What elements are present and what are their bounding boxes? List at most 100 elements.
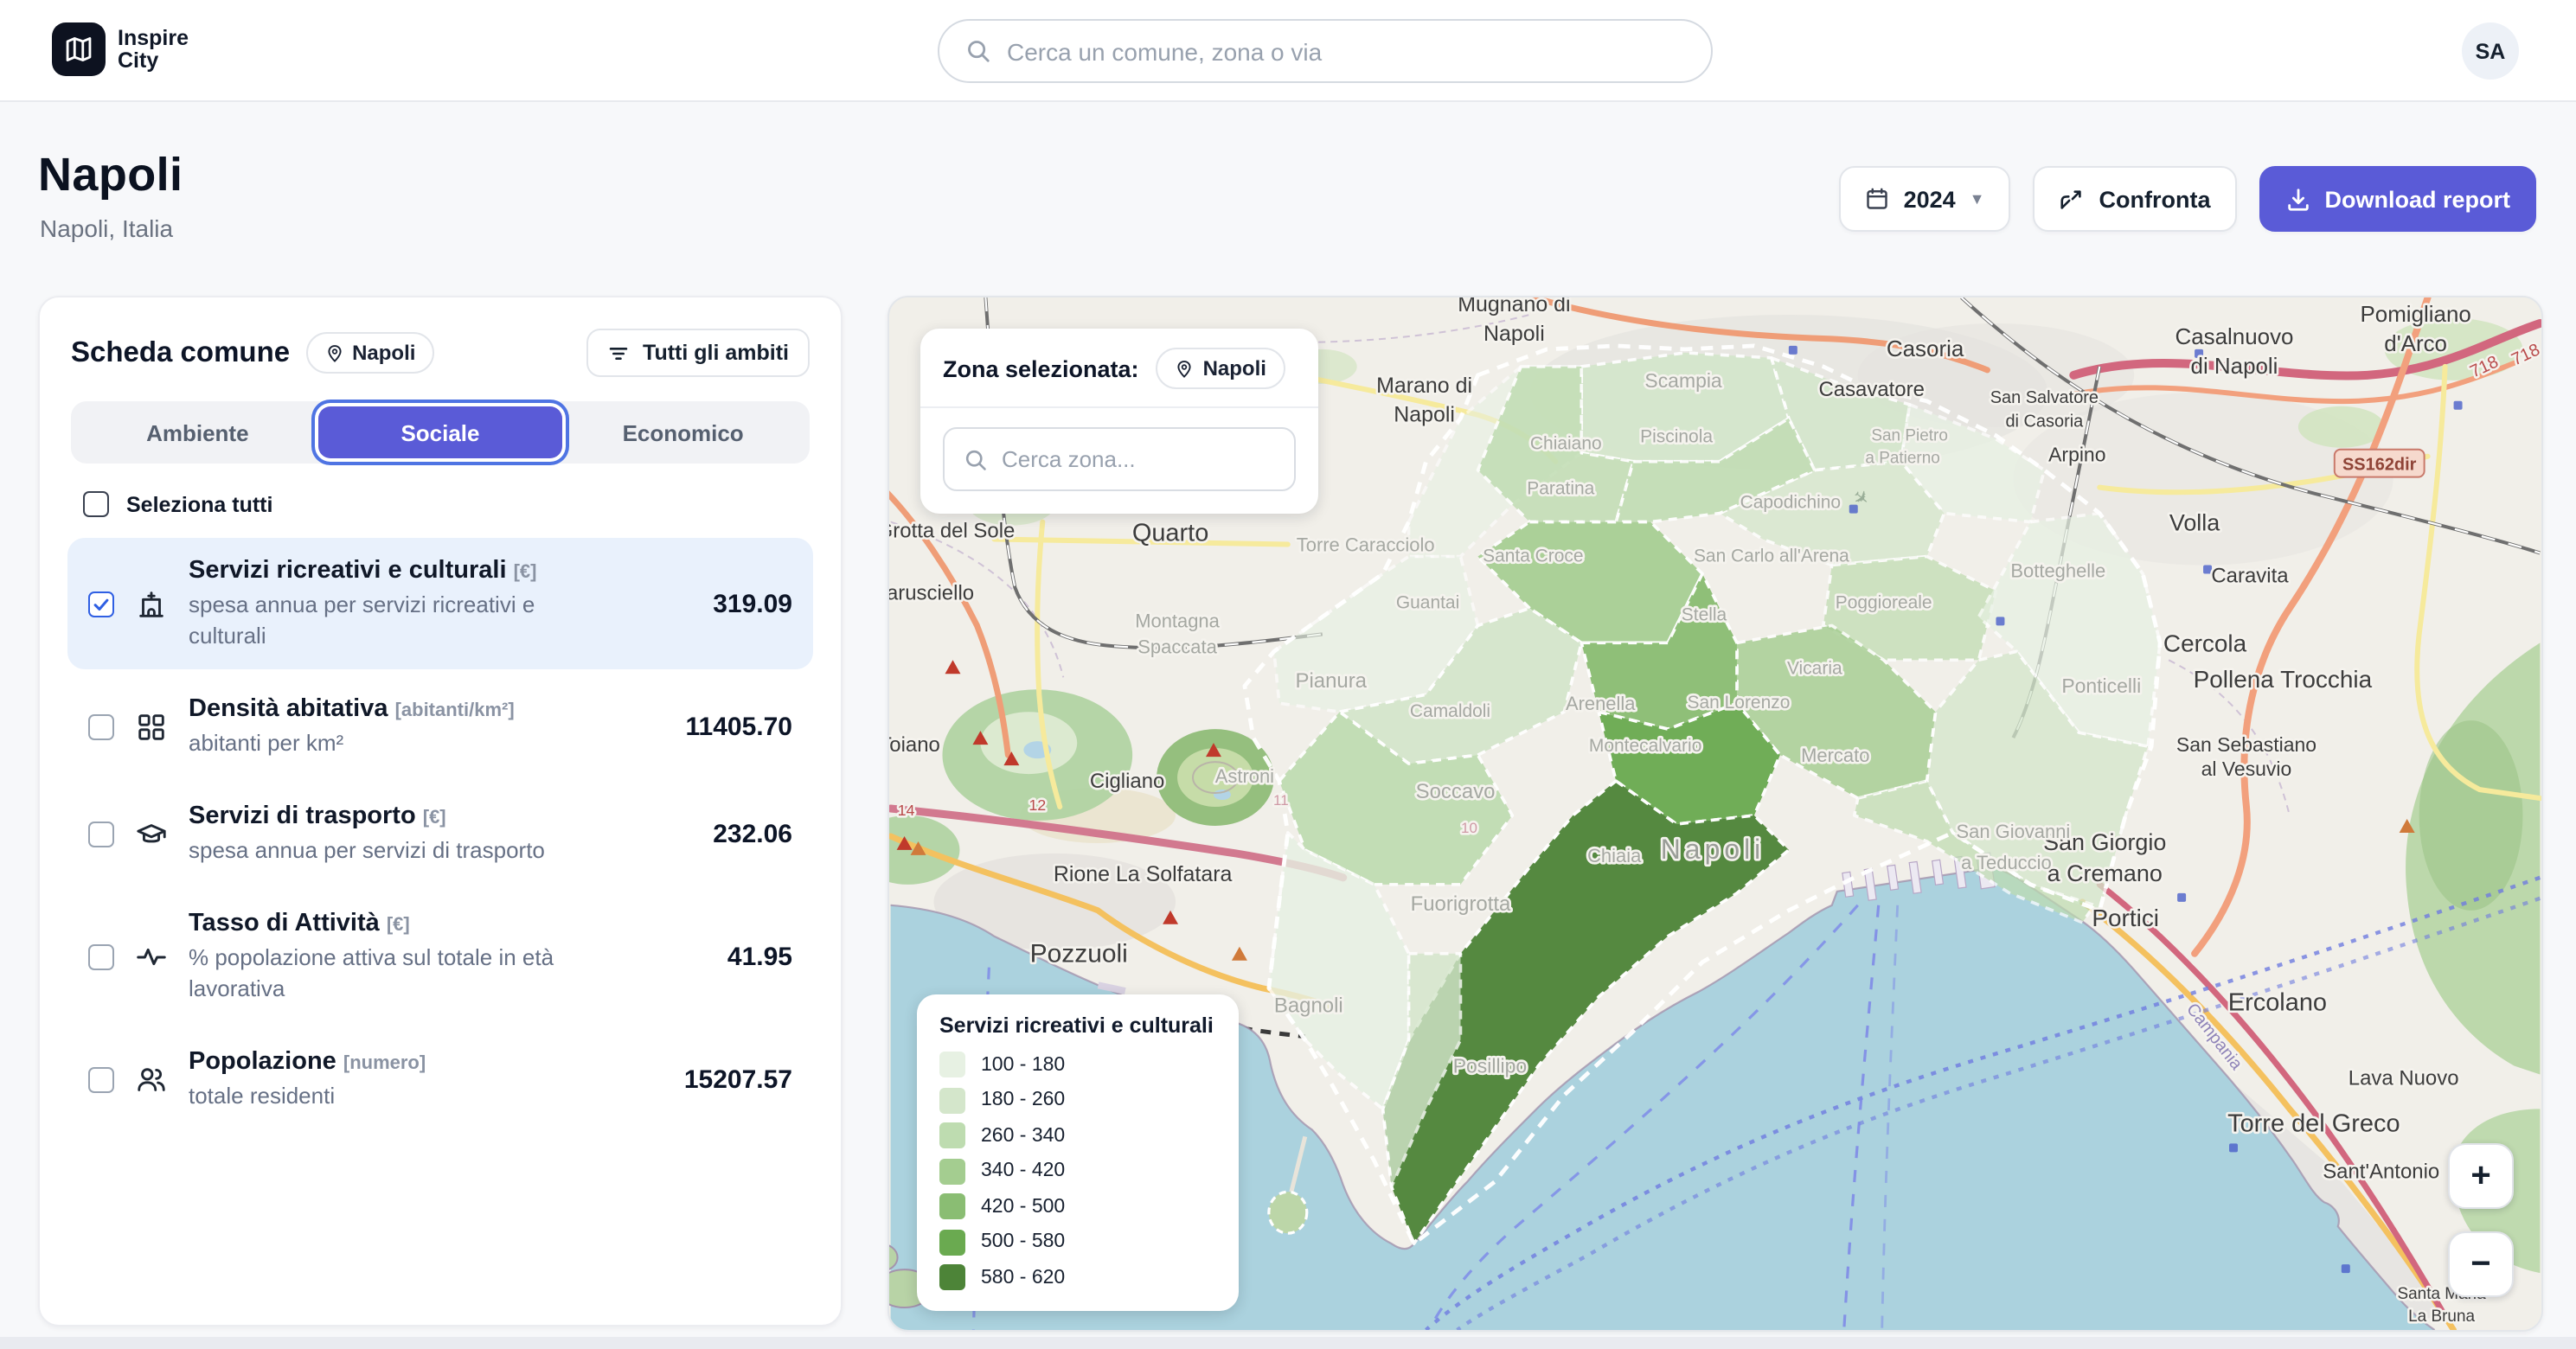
map-place-label: Napoli [1661, 834, 1765, 865]
map-place-label: San Giovanni [1957, 821, 2071, 842]
selected-zone-label: Zona selezionata: [943, 355, 1139, 381]
map-place-label: Arenella [1566, 693, 1636, 714]
zoom-out-button[interactable]: − [2448, 1231, 2514, 1297]
brand[interactable]: Inspire City [52, 22, 189, 76]
download-icon [2285, 186, 2311, 212]
indicator-name: Densità abitativa [abitanti/km²] [189, 694, 655, 728]
map-place-label: Marano di [1376, 374, 1472, 398]
calendar-icon [1866, 187, 1890, 211]
download-report-button[interactable]: Download report [2259, 166, 2537, 232]
avatar[interactable]: SA [2462, 22, 2519, 80]
indicator-description: % popolazione attiva sul totale in età l… [189, 943, 600, 1005]
map-place-label: Fuorigrotta [1411, 892, 1511, 916]
map-place-label: Casavatore [1818, 378, 1924, 401]
map-place-label: Arpino [2048, 444, 2105, 466]
map-place-label: Poggioreale [1836, 592, 1932, 612]
map-place-label: San Sebastiano [2176, 733, 2316, 756]
map-place-label: Stella [1682, 604, 1727, 624]
map-place-label: Grotta del Sole [889, 520, 1015, 543]
indicator-row[interactable]: Servizi ricreativi e culturali [€] spesa… [67, 538, 813, 669]
map-place-label: Pianura [1295, 669, 1367, 693]
map-place-label: Montagna [1135, 610, 1220, 631]
tab-economico[interactable]: Economico [561, 406, 804, 458]
indicator-checkbox[interactable] [88, 1066, 114, 1092]
map-pin-icon [324, 343, 343, 362]
indicator-unit: [€] [514, 562, 537, 583]
map-place-label: Caravita [2211, 564, 2289, 587]
page-actions: 2024 ▼ Confronta Download report [1840, 166, 2536, 232]
map-place-label: Rione La Solfatara [1054, 862, 1233, 886]
map-place-label: Santa Croce [1483, 546, 1583, 566]
scope-filter-button[interactable]: Tutti gli ambiti [586, 329, 810, 377]
indicator-row[interactable]: Popolazione [numero] totale residenti 15… [67, 1029, 813, 1129]
tab-sociale[interactable]: Sociale [319, 406, 562, 458]
map-place-label: Cercola [2163, 630, 2247, 656]
location-badge[interactable]: Napoli [305, 332, 434, 374]
map-place-label: Napoli [1483, 322, 1545, 346]
legend-swatch [939, 1087, 965, 1113]
indicator-icon [135, 710, 168, 743]
indicator-checkbox[interactable] [88, 713, 114, 739]
indicator-icon [135, 1063, 168, 1096]
map-place-label: di Napoli [2191, 355, 2278, 379]
map-place-label: San Salvatore [1990, 388, 2099, 407]
filter-lines-icon [606, 342, 629, 364]
legend-item: 260 - 340 [939, 1122, 1216, 1148]
indicator-name: Servizi ricreativi e culturali [€] [189, 555, 682, 590]
map-place-label: a Patierno [1865, 450, 1939, 468]
category-tabs: AmbienteSocialeEconomico [71, 401, 810, 464]
map-place-label: 11 [1273, 792, 1289, 809]
map-place-label: Spaccata [1137, 636, 1217, 657]
indicator-row[interactable]: Densità abitativa [abitanti/km²] abitant… [67, 676, 813, 777]
indicator-unit: [abitanti/km²] [395, 700, 515, 721]
indicator-list: Servizi ricreativi e culturali [€] spesa… [67, 538, 813, 1129]
legend-title: Servizi ricreativi e culturali [939, 1013, 1216, 1038]
map-place-label: Astroni [1215, 765, 1274, 787]
compare-button[interactable]: Confronta [2034, 166, 2237, 232]
global-search-input[interactable]: Cerca un comune, zona o via [938, 19, 1713, 83]
search-icon [964, 447, 988, 471]
map-place-label: Pollena Trocchia [2194, 666, 2373, 693]
select-all-label: Seleziona tutti [126, 492, 272, 516]
map-legend: Servizi ricreativi e culturali 100 - 180… [917, 994, 1239, 1311]
selected-zone-badge[interactable]: Napoli [1157, 348, 1285, 389]
indicator-row[interactable]: Servizi di trasporto [€] spesa annua per… [67, 783, 813, 884]
zoom-in-button[interactable]: + [2448, 1143, 2514, 1209]
map-place-label: Torre Caracciolo [1297, 534, 1435, 556]
legend-swatch [939, 1264, 965, 1290]
indicator-row[interactable]: Tasso di Attività [€] % popolazione atti… [67, 891, 813, 1022]
select-all-row[interactable]: Seleziona tutti [83, 491, 810, 517]
map-place-label: Vicaria [1787, 658, 1842, 678]
chevron-down-icon: ▼ [1970, 190, 1985, 208]
map-place-label: Napoli [1394, 403, 1455, 427]
tab-ambiente[interactable]: Ambiente [76, 406, 319, 458]
top-bar: Inspire City Cerca un comune, zona o via… [0, 0, 2576, 102]
map-place-label: San Carlo all'Arena [1694, 546, 1849, 566]
search-placeholder: Cerca un comune, zona o via [1007, 37, 1322, 65]
map-place-label: Torre del Greco [2227, 1109, 2400, 1137]
page-title: Napoli [38, 149, 183, 202]
map-place-label: Botteghelle [2010, 559, 2105, 581]
map-place-label: Casalnuovo [2176, 325, 2294, 349]
indicator-checkbox[interactable] [88, 943, 114, 969]
map-place-label: Mercato [1801, 745, 1869, 766]
indicator-value: 15207.57 [684, 1064, 792, 1094]
map-place-label: Chiaia [1587, 845, 1642, 866]
zone-search-input[interactable]: Cerca zona... [943, 427, 1296, 491]
indicator-checkbox[interactable] [88, 821, 114, 847]
compare-icon [2060, 186, 2086, 212]
indicator-icon [135, 940, 168, 973]
app-root: Inspire City Cerca un comune, zona o via… [0, 0, 2576, 1349]
map-place-label: Ponticelli [2061, 674, 2141, 697]
map-place-label: Lava Nuovo [2349, 1066, 2459, 1090]
indicator-checkbox[interactable] [88, 591, 114, 617]
legend-swatch [939, 1158, 965, 1184]
indicator-icon [135, 587, 168, 620]
select-all-checkbox[interactable] [83, 491, 109, 517]
map-place-label: Guantai [1396, 592, 1459, 612]
year-select-button[interactable]: 2024 ▼ [1840, 166, 2011, 232]
map-place-label: Volla [2169, 510, 2220, 536]
map-place-label: Camaldoli [1410, 701, 1490, 721]
legend-item: 100 - 180 [939, 1052, 1216, 1077]
map-place-label: Piscinola [1640, 427, 1713, 447]
